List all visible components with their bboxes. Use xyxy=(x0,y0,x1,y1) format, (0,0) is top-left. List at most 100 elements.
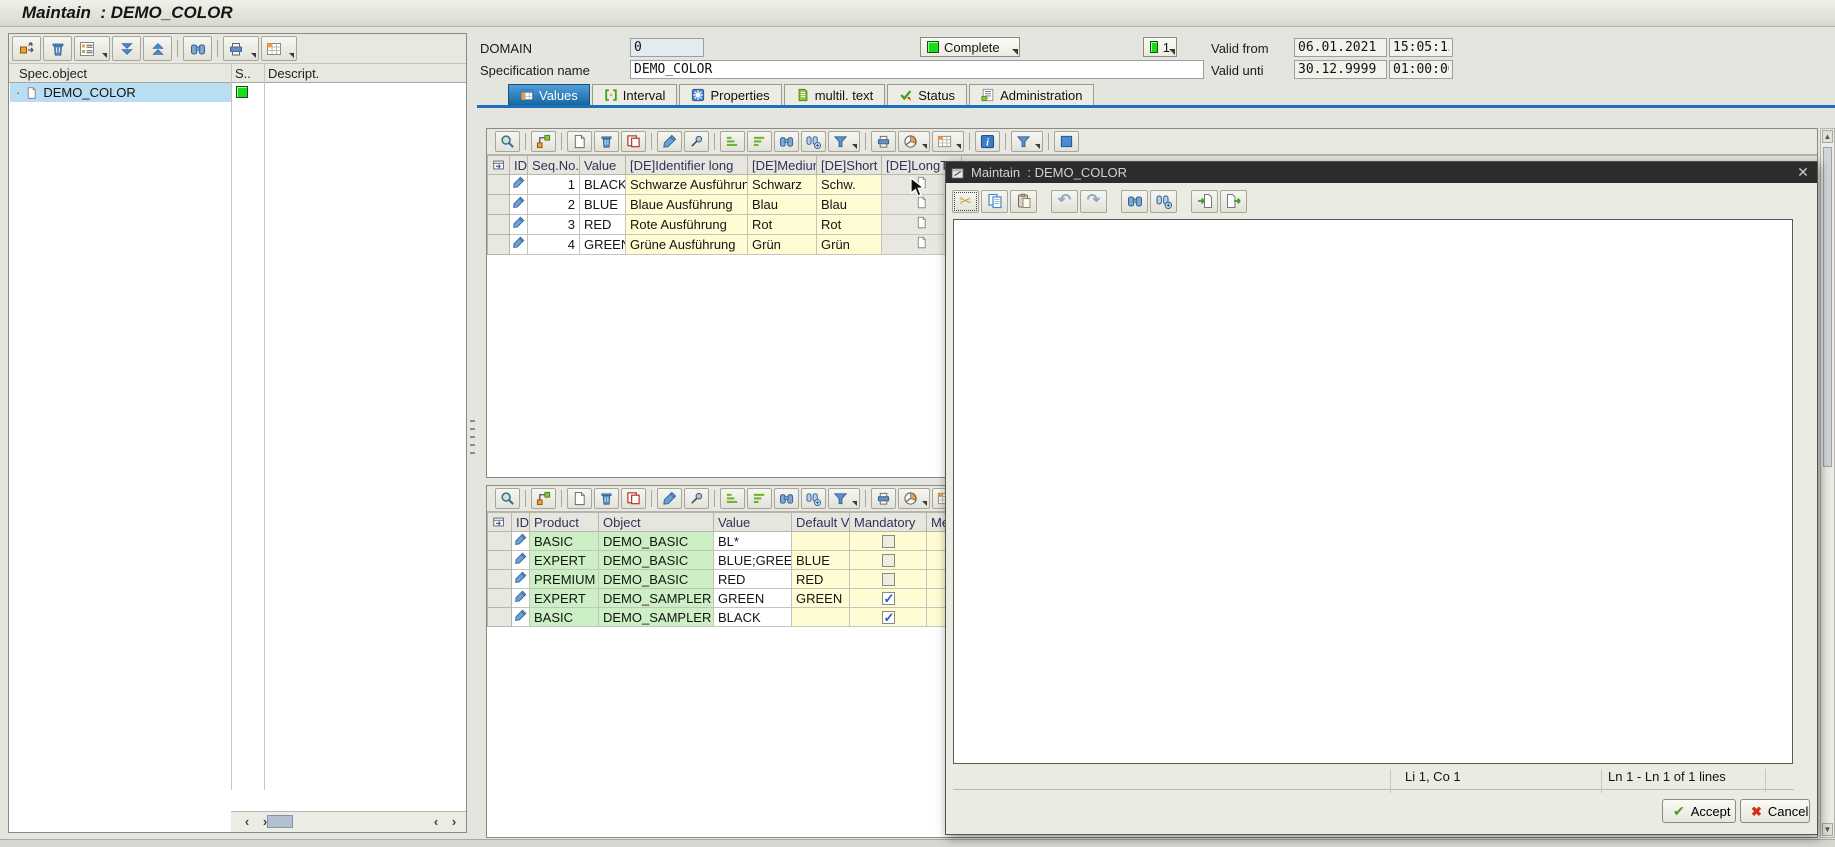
col-description[interactable]: Descript. xyxy=(268,66,319,81)
product-cell[interactable]: EXPERT xyxy=(530,551,599,570)
col-short[interactable]: [DE]Short xyxy=(817,156,882,175)
undo-button[interactable]: ↶ xyxy=(1051,190,1078,213)
valid-until-time-field[interactable] xyxy=(1389,60,1453,79)
sort-descending-button[interactable] xyxy=(747,488,772,509)
hierarchy-button[interactable] xyxy=(531,131,556,152)
default-value-cell[interactable] xyxy=(792,608,850,627)
object-cell[interactable]: DEMO_SAMPLER xyxy=(599,589,714,608)
tree-item-demo-color[interactable]: · DEMO_COLOR xyxy=(10,83,231,102)
object-cell[interactable]: DEMO_SAMPLER xyxy=(599,608,714,627)
link-button[interactable] xyxy=(684,131,709,152)
cut-button[interactable]: ✂ xyxy=(952,190,979,213)
panel-splitter-grip[interactable] xyxy=(470,420,475,456)
seq-cell[interactable]: 1 xyxy=(528,175,580,195)
mandatory-checkbox[interactable] xyxy=(882,611,895,624)
object-cell[interactable]: DEMO_BASIC xyxy=(599,570,714,589)
find-next-button[interactable] xyxy=(801,131,826,152)
edit-button[interactable] xyxy=(657,131,682,152)
seq-cell[interactable]: 4 xyxy=(528,235,580,255)
value-cell[interactable]: BL* xyxy=(714,532,792,551)
col-mandatory[interactable]: Mandatory xyxy=(850,513,927,532)
row-selector[interactable] xyxy=(488,195,510,215)
row-selector[interactable] xyxy=(488,551,512,570)
edit-pencil-cell[interactable] xyxy=(512,608,530,627)
copy-row-button[interactable] xyxy=(621,131,646,152)
col-product[interactable]: Product xyxy=(530,513,599,532)
value-cell[interactable]: GREEN xyxy=(714,589,792,608)
col-id[interactable]: ID xyxy=(510,156,528,175)
domain-field[interactable] xyxy=(630,38,704,57)
identifier-long-cell[interactable]: Grüne Ausführung xyxy=(626,235,748,255)
delete-button[interactable] xyxy=(43,36,72,61)
value-cell[interactable]: BLACK xyxy=(580,175,626,195)
valid-from-date-field[interactable] xyxy=(1294,38,1387,57)
product-cell[interactable]: PREMIUM xyxy=(530,570,599,589)
select-all-corner[interactable] xyxy=(488,513,512,532)
delete-row-button[interactable] xyxy=(594,488,619,509)
col-value[interactable]: Value xyxy=(580,156,626,175)
table-layout-button[interactable] xyxy=(261,36,297,61)
col-spec-object[interactable]: Spec.object xyxy=(19,66,87,81)
print-button[interactable] xyxy=(871,488,896,509)
redo-button[interactable]: ↷ xyxy=(1080,190,1107,213)
info-button[interactable] xyxy=(975,131,1000,152)
mandatory-checkbox[interactable] xyxy=(882,554,895,567)
row-selector[interactable] xyxy=(488,589,512,608)
default-value-cell[interactable] xyxy=(792,532,850,551)
scroll-left-icon[interactable]: ‹ xyxy=(428,814,444,829)
object-cell[interactable]: DEMO_BASIC xyxy=(599,551,714,570)
identifier-long-cell[interactable]: Blaue Ausführung xyxy=(626,195,748,215)
views-button[interactable] xyxy=(898,488,930,509)
mandatory-checkbox[interactable] xyxy=(882,573,895,586)
col-id[interactable]: ID xyxy=(512,513,530,532)
layout-button[interactable] xyxy=(932,131,964,152)
medium-cell[interactable]: Schwarz xyxy=(748,175,817,195)
product-cell[interactable]: BASIC xyxy=(530,532,599,551)
close-icon[interactable]: ✕ xyxy=(1794,164,1812,181)
edit-pencil-cell[interactable] xyxy=(512,551,530,570)
find-button[interactable] xyxy=(774,488,799,509)
medium-cell[interactable]: Rot xyxy=(748,215,817,235)
tab-properties[interactable]: Properties xyxy=(679,84,781,105)
sort-ascending-button[interactable] xyxy=(720,488,745,509)
tab-values[interactable]: Values xyxy=(508,84,590,105)
col-value[interactable]: Value xyxy=(714,513,792,532)
default-value-cell[interactable]: GREEN xyxy=(792,589,850,608)
print-button[interactable] xyxy=(223,36,259,61)
longtext-editor[interactable] xyxy=(954,220,1792,763)
col-medium[interactable]: [DE]Medium xyxy=(748,156,817,175)
object-cell[interactable]: DEMO_BASIC xyxy=(599,532,714,551)
valid-until-date-field[interactable] xyxy=(1294,60,1387,79)
tab-status[interactable]: Status xyxy=(887,84,967,105)
col-default-value[interactable]: Default Va xyxy=(792,513,850,532)
value-cell[interactable]: BLUE;GREEN xyxy=(714,551,792,570)
row-selector[interactable] xyxy=(488,570,512,589)
count-dropdown[interactable]: 1 xyxy=(1143,37,1177,57)
value-cell[interactable]: RED xyxy=(714,570,792,589)
short-cell[interactable]: Grün xyxy=(817,235,882,255)
collapse-all-button[interactable] xyxy=(143,36,172,61)
dialog-titlebar[interactable]: Maintain : DEMO_COLOR ✕ xyxy=(946,162,1817,183)
short-cell[interactable]: Schw. xyxy=(817,175,882,195)
medium-cell[interactable]: Grün xyxy=(748,235,817,255)
valid-from-time-field[interactable] xyxy=(1389,38,1453,57)
value-cell[interactable]: BLUE xyxy=(580,195,626,215)
default-value-cell[interactable]: RED xyxy=(792,570,850,589)
find-next-button[interactable] xyxy=(801,488,826,509)
filter-button[interactable] xyxy=(828,131,860,152)
expand-all-button[interactable] xyxy=(112,36,141,61)
seq-cell[interactable]: 2 xyxy=(528,195,580,215)
list-view-button[interactable] xyxy=(74,36,110,61)
seq-cell[interactable]: 3 xyxy=(528,215,580,235)
medium-cell[interactable]: Blau xyxy=(748,195,817,215)
col-seq-no[interactable]: Seq.No. xyxy=(528,156,580,175)
accept-button[interactable]: ✔ Accept xyxy=(1662,799,1736,823)
copy-button[interactable] xyxy=(981,190,1008,213)
assign-transfer-button[interactable] xyxy=(12,36,41,61)
find-button[interactable] xyxy=(774,131,799,152)
details-button[interactable] xyxy=(495,488,520,509)
identifier-long-cell[interactable]: Schwarze Ausführung xyxy=(626,175,748,195)
short-cell[interactable]: Blau xyxy=(817,195,882,215)
row-selector[interactable] xyxy=(488,532,512,551)
print-button[interactable] xyxy=(871,131,896,152)
